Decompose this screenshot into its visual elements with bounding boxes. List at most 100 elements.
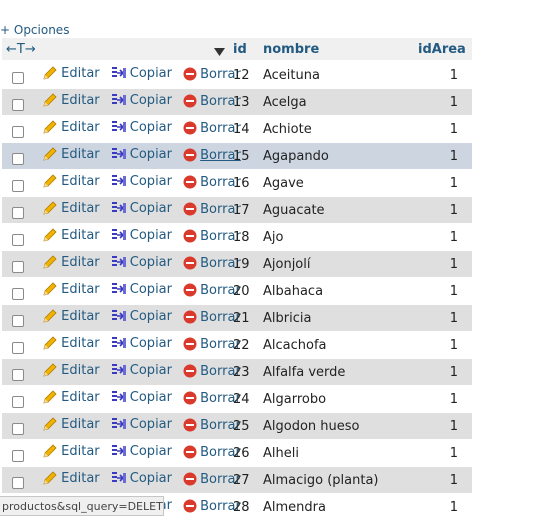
options-link[interactable]: + Opciones <box>0 23 69 37</box>
copy-button[interactable]: Copiar <box>111 65 172 81</box>
copy-button[interactable]: Copiar <box>111 335 172 351</box>
row-actions: Editar Copiar Borrar <box>2 196 241 223</box>
edit-label[interactable]: Editar <box>61 282 100 297</box>
pencil-icon <box>43 93 57 107</box>
copy-label[interactable]: Copiar <box>130 471 172 486</box>
edit-label[interactable]: Editar <box>61 228 100 243</box>
copy-button[interactable]: Copiar <box>111 443 172 459</box>
edit-label[interactable]: Editar <box>61 309 100 324</box>
row-checkbox[interactable] <box>12 179 24 192</box>
cell-idarea: 1 <box>414 88 472 115</box>
edit-label[interactable]: Editar <box>61 390 100 405</box>
copy-label[interactable]: Copiar <box>130 66 172 81</box>
copy-button[interactable]: Copiar <box>111 470 172 486</box>
edit-button[interactable]: Editar <box>42 146 100 162</box>
copy-button[interactable]: Copiar <box>111 146 172 162</box>
row-checkbox[interactable] <box>12 341 24 354</box>
copy-button[interactable]: Copiar <box>111 308 172 324</box>
copy-label[interactable]: Copiar <box>130 120 172 135</box>
edit-button[interactable]: Editar <box>42 443 100 459</box>
copy-label[interactable]: Copiar <box>130 336 172 351</box>
copy-label[interactable]: Copiar <box>130 309 172 324</box>
edit-label[interactable]: Editar <box>61 120 100 135</box>
row-checkbox[interactable] <box>12 98 24 111</box>
row-checkbox[interactable] <box>12 260 24 273</box>
copy-label[interactable]: Copiar <box>130 93 172 108</box>
copy-label[interactable]: Copiar <box>130 147 172 162</box>
edit-label[interactable]: Editar <box>61 444 100 459</box>
column-header-idarea[interactable]: idArea <box>414 38 472 61</box>
row-checkbox[interactable] <box>12 152 24 165</box>
copy-label[interactable]: Copiar <box>130 363 172 378</box>
copy-button[interactable]: Copiar <box>111 389 172 405</box>
copy-label[interactable]: Copiar <box>130 228 172 243</box>
copy-button[interactable]: Copiar <box>111 254 172 270</box>
row-checkbox[interactable] <box>12 476 24 489</box>
copy-insert-icon <box>111 175 126 186</box>
delete-circle-icon <box>183 445 197 459</box>
row-checkbox[interactable] <box>12 422 24 435</box>
copy-label[interactable]: Copiar <box>130 282 172 297</box>
copy-button[interactable]: Copiar <box>111 173 172 189</box>
row-checkbox[interactable] <box>12 71 24 84</box>
copy-button[interactable]: Copiar <box>111 200 172 216</box>
edit-label[interactable]: Editar <box>61 147 100 162</box>
copy-label[interactable]: Copiar <box>130 201 172 216</box>
copy-button[interactable]: Copiar <box>111 416 172 432</box>
copy-label[interactable]: Copiar <box>130 417 172 432</box>
edit-button[interactable]: Editar <box>42 335 100 351</box>
column-header-nombre[interactable]: nombre <box>259 38 414 61</box>
copy-button[interactable]: Copiar <box>111 281 172 297</box>
edit-label[interactable]: Editar <box>61 93 100 108</box>
edit-button[interactable]: Editar <box>42 227 100 243</box>
copy-button[interactable]: Copiar <box>111 119 172 135</box>
edit-button[interactable]: Editar <box>42 119 100 135</box>
row-checkbox[interactable] <box>12 287 24 300</box>
edit-button[interactable]: Editar <box>42 173 100 189</box>
cell-idarea: 1 <box>414 169 472 196</box>
edit-button[interactable]: Editar <box>42 254 100 270</box>
edit-button[interactable]: Editar <box>42 308 100 324</box>
edit-button[interactable]: Editar <box>42 470 100 486</box>
edit-label[interactable]: Editar <box>61 201 100 216</box>
pencil-icon <box>43 228 57 242</box>
copy-button[interactable]: Copiar <box>111 227 172 243</box>
edit-label[interactable]: Editar <box>61 471 100 486</box>
triangle-down-icon[interactable] <box>214 47 225 56</box>
edit-label[interactable]: Editar <box>61 255 100 270</box>
copy-insert-icon <box>111 364 126 375</box>
row-actions: Editar Copiar Borrar <box>2 304 241 331</box>
edit-button[interactable]: Editar <box>42 362 100 378</box>
row-checkbox[interactable] <box>12 125 24 138</box>
copy-button[interactable]: Copiar <box>111 362 172 378</box>
delete-circle-icon <box>183 256 197 270</box>
edit-button[interactable]: Editar <box>42 200 100 216</box>
row-actions: Editar Copiar Borrar <box>2 466 241 493</box>
cell-nombre: Algodon hueso <box>259 412 414 439</box>
copy-label[interactable]: Copiar <box>130 255 172 270</box>
column-arrows-icon[interactable]: ←T→ <box>6 42 36 57</box>
edit-button[interactable]: Editar <box>42 281 100 297</box>
row-checkbox[interactable] <box>12 314 24 327</box>
edit-label[interactable]: Editar <box>61 363 100 378</box>
copy-label[interactable]: Copiar <box>130 390 172 405</box>
copy-insert-icon <box>111 121 126 132</box>
edit-button[interactable]: Editar <box>42 416 100 432</box>
copy-label[interactable]: Copiar <box>130 174 172 189</box>
edit-label[interactable]: Editar <box>61 417 100 432</box>
row-checkbox[interactable] <box>12 233 24 246</box>
copy-button[interactable]: Copiar <box>111 92 172 108</box>
copy-label[interactable]: Copiar <box>130 444 172 459</box>
edit-label[interactable]: Editar <box>61 174 100 189</box>
edit-button[interactable]: Editar <box>42 389 100 405</box>
column-arrows-header[interactable]: ←T→ <box>2 38 229 61</box>
row-checkbox[interactable] <box>12 449 24 462</box>
edit-button[interactable]: Editar <box>42 65 100 81</box>
edit-button[interactable]: Editar <box>42 92 100 108</box>
row-checkbox[interactable] <box>12 395 24 408</box>
row-checkbox[interactable] <box>12 206 24 219</box>
edit-label[interactable]: Editar <box>61 336 100 351</box>
column-header-id[interactable]: id <box>229 38 259 61</box>
edit-label[interactable]: Editar <box>61 66 100 81</box>
row-checkbox[interactable] <box>12 368 24 381</box>
